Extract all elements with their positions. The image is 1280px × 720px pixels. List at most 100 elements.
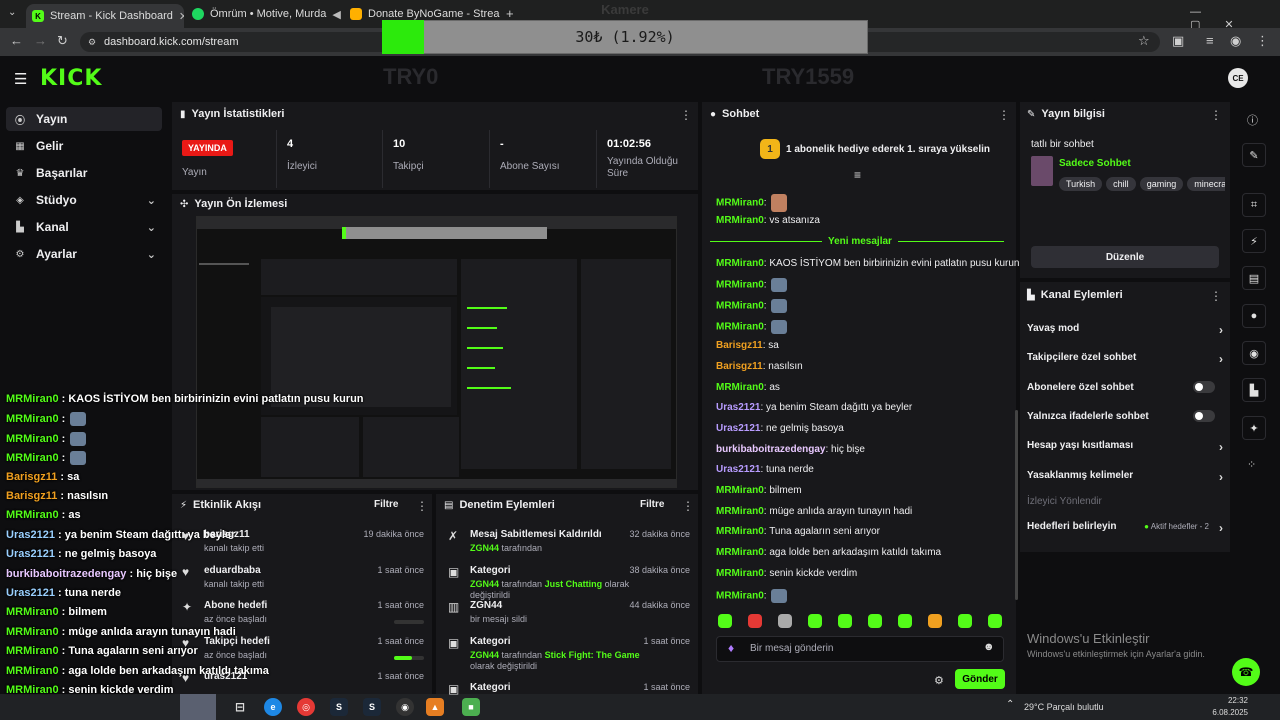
chat-username[interactable]: MRMiran0 <box>716 485 764 496</box>
chrome-icon[interactable]: ◎ <box>297 698 315 716</box>
chat-message[interactable]: MRMiran0: <box>716 278 788 292</box>
steam-icon[interactable]: S <box>330 698 348 716</box>
chat-message[interactable]: MRMiran0: bilmem <box>716 485 802 496</box>
chat-message[interactable]: MRMiran0: <box>716 589 788 603</box>
more-icon[interactable]: ⋮ <box>680 108 692 122</box>
set-goals-row[interactable]: Hedefleri belirleyin ● Aktif hedefler - … <box>1027 521 1223 535</box>
emote-picker-icon[interactable] <box>718 614 732 628</box>
chat-message[interactable]: Barisgz11: sa <box>716 340 779 351</box>
bookmark-star-icon[interactable]: ☆ <box>1138 33 1150 49</box>
close-icon[interactable]: ✕ <box>179 10 184 23</box>
kick-logo[interactable]: KICK <box>40 66 102 91</box>
chat-username[interactable]: burkibaboitrazedengay <box>716 444 825 455</box>
chat-username[interactable]: MRMiran0 <box>716 215 764 226</box>
send-button[interactable]: Gönder <box>955 669 1005 689</box>
chat-username[interactable]: Uras2121 <box>716 464 760 475</box>
chat-message[interactable]: MRMiran0: Tuna agaların seni arıyor <box>716 526 880 537</box>
tray-icons[interactable]: ⌃ <box>1006 699 1014 710</box>
chat-username[interactable]: MRMiran0 <box>716 322 764 333</box>
moderation-item[interactable]: ▣ Kategori 1 saat önce <box>448 682 690 696</box>
chevron-down-icon[interactable]: ⌄ <box>147 248 156 261</box>
chat-settings-gear-icon[interactable]: ⚙ <box>934 674 944 687</box>
menu-icon[interactable]: ⋮ <box>1256 33 1269 49</box>
chat-message[interactable]: MRMiran0: vs atsanıza <box>716 215 820 226</box>
tab-kick-dashboard[interactable]: K Stream - Kick Dashboard ✕ <box>26 4 184 28</box>
sidebar-item[interactable]: ▦ Gelir <box>6 134 162 158</box>
site-info-icon[interactable]: ⚙ <box>88 37 96 48</box>
more-icon[interactable]: ⋮ <box>682 499 694 513</box>
chat-username[interactable]: Uras2121 <box>716 402 760 413</box>
gift-banner-text[interactable]: 1 abonelik hediye ederek 1. sıraya yükse… <box>786 144 990 155</box>
emote-picker-icon[interactable] <box>838 614 852 628</box>
moderation-item[interactable]: ▣ Kategori ZGN44 tarafından Stick Fight: T… <box>448 636 690 672</box>
chat-message[interactable]: MRMiran0: <box>716 299 788 313</box>
chat-message[interactable]: MRMiran0: <box>716 320 788 334</box>
minecraft-icon[interactable]: ■ <box>462 698 480 716</box>
avatar[interactable]: CE <box>1228 68 1248 88</box>
emote-picker-icon[interactable] <box>778 614 792 628</box>
activity-item[interactable]: ✦ Abone hedefi az önce başladı 1 saat önce <box>182 600 424 624</box>
more-icon[interactable]: ⋮ <box>1210 108 1222 122</box>
sidebar-item[interactable]: ♛ Başarılar <box>6 161 162 185</box>
chat-username[interactable]: MRMiran0 <box>716 382 764 393</box>
chat-username[interactable]: MRMiran0 <box>716 506 764 517</box>
weather-text[interactable]: 29°C Parçalı bulutlu <box>1024 702 1104 712</box>
chat-message[interactable]: MRMiran0: senin kickde verdim <box>716 568 857 579</box>
chat-message[interactable]: Uras2121: tuna nerde <box>716 464 814 475</box>
chat-scrollbar[interactable] <box>1015 410 1018 600</box>
emote-picker-icon[interactable] <box>988 614 1002 628</box>
chat-message[interactable]: Uras2121: ya benim Steam dağıttı ya beyl… <box>716 402 912 413</box>
hamburger-menu-icon[interactable]: ☰ <box>14 70 27 88</box>
clock-time[interactable]: 22:32 <box>1212 696 1248 705</box>
chat-message[interactable]: burkibaboitrazedengay: hiç bişe <box>716 444 865 455</box>
edit-icon[interactable]: ✎ <box>1242 143 1266 167</box>
app-icon[interactable]: ▲ <box>426 698 444 716</box>
filter-icon[interactable]: ≡ <box>854 168 861 182</box>
chat-username[interactable]: MRMiran0 <box>716 547 764 558</box>
document-icon[interactable]: ▤ <box>1242 266 1266 290</box>
clip-icon[interactable]: ⌗ <box>1242 193 1266 217</box>
toggle-switch[interactable] <box>1193 381 1215 393</box>
chat-message[interactable]: MRMiran0: as <box>716 382 780 393</box>
channel-action-row[interactable]: Yasaklanmış kelimeler › <box>1027 470 1223 484</box>
sidebar-item[interactable]: ⦿ Yayın <box>6 107 162 131</box>
moderation-filter-button[interactable]: Filtre <box>640 499 664 510</box>
activity-filter-button[interactable]: Filtre <box>374 499 398 510</box>
chat-username[interactable]: Barisgz11 <box>716 361 763 372</box>
chat-message[interactable]: MRMiran0: müge anlıda arayın tunayın had… <box>716 506 912 517</box>
chevron-down-icon[interactable]: ⌄ <box>147 194 156 207</box>
channel-action-row[interactable]: Yalnızca ifadelerle sohbet <box>1027 410 1223 422</box>
moderation-item[interactable]: ▣ Kategori ZGN44 tarafından Just Chatting … <box>448 565 690 601</box>
mic-icon[interactable]: ♦ <box>728 641 734 655</box>
forward-icon[interactable]: → <box>34 33 47 48</box>
sidebar-item[interactable]: ◈ Stüdyo ⌄ <box>6 188 162 212</box>
profile-icon[interactable]: ◉ <box>1230 33 1241 49</box>
clock-date[interactable]: 6.08.2025 <box>1200 708 1248 717</box>
chat-username[interactable]: Barisgz11 <box>716 340 763 351</box>
emote-picker-icon[interactable] <box>748 614 762 628</box>
chat-username[interactable]: MRMiran0 <box>716 526 764 537</box>
chat-message[interactable]: MRMiran0: KAOS İSTİYOM ben birbirinizin … <box>716 258 1019 269</box>
edit-stream-info-button[interactable]: Düzenle <box>1031 246 1219 268</box>
info-icon[interactable]: ⓘ <box>1247 112 1258 128</box>
emote-picker-icon[interactable] <box>958 614 972 628</box>
reload-icon[interactable]: ↻ <box>57 33 68 49</box>
chat-username[interactable]: MRMiran0 <box>716 280 764 291</box>
channel-action-row[interactable]: Yavaş mod › <box>1027 323 1223 337</box>
back-icon[interactable]: ← <box>10 33 23 48</box>
chat-message[interactable]: Barisgz11: nasılsın <box>716 361 803 372</box>
apps-icon[interactable]: ⁘ <box>1247 458 1256 471</box>
channel-action-row[interactable]: Hesap yaşı kısıtlaması › <box>1027 440 1223 454</box>
broadcast-icon[interactable]: ◉ <box>1242 341 1266 365</box>
obs-icon[interactable]: ◉ <box>396 698 414 716</box>
emote-picker-icon[interactable] <box>868 614 882 628</box>
help-chat-icon[interactable]: ☎ <box>1232 658 1260 686</box>
activity-item[interactable]: ♥ Takipçi hedefi az önce başladı 1 saat önc… <box>182 636 424 660</box>
chat-username[interactable]: MRMiran0 <box>716 301 764 312</box>
steam-alt-icon[interactable]: S <box>363 698 381 716</box>
moderation-item[interactable]: ▥ ZGN44 bir mesajı sildi 44 dakika önce <box>448 600 690 625</box>
channel-icon[interactable]: ▙ <box>1242 378 1266 402</box>
tab-spotify[interactable]: Ömrüm • Motive, Murda ◀ ✕ <box>186 4 342 24</box>
emote-picker-icon[interactable] <box>898 614 912 628</box>
chat-username[interactable]: MRMiran0 <box>716 591 764 602</box>
